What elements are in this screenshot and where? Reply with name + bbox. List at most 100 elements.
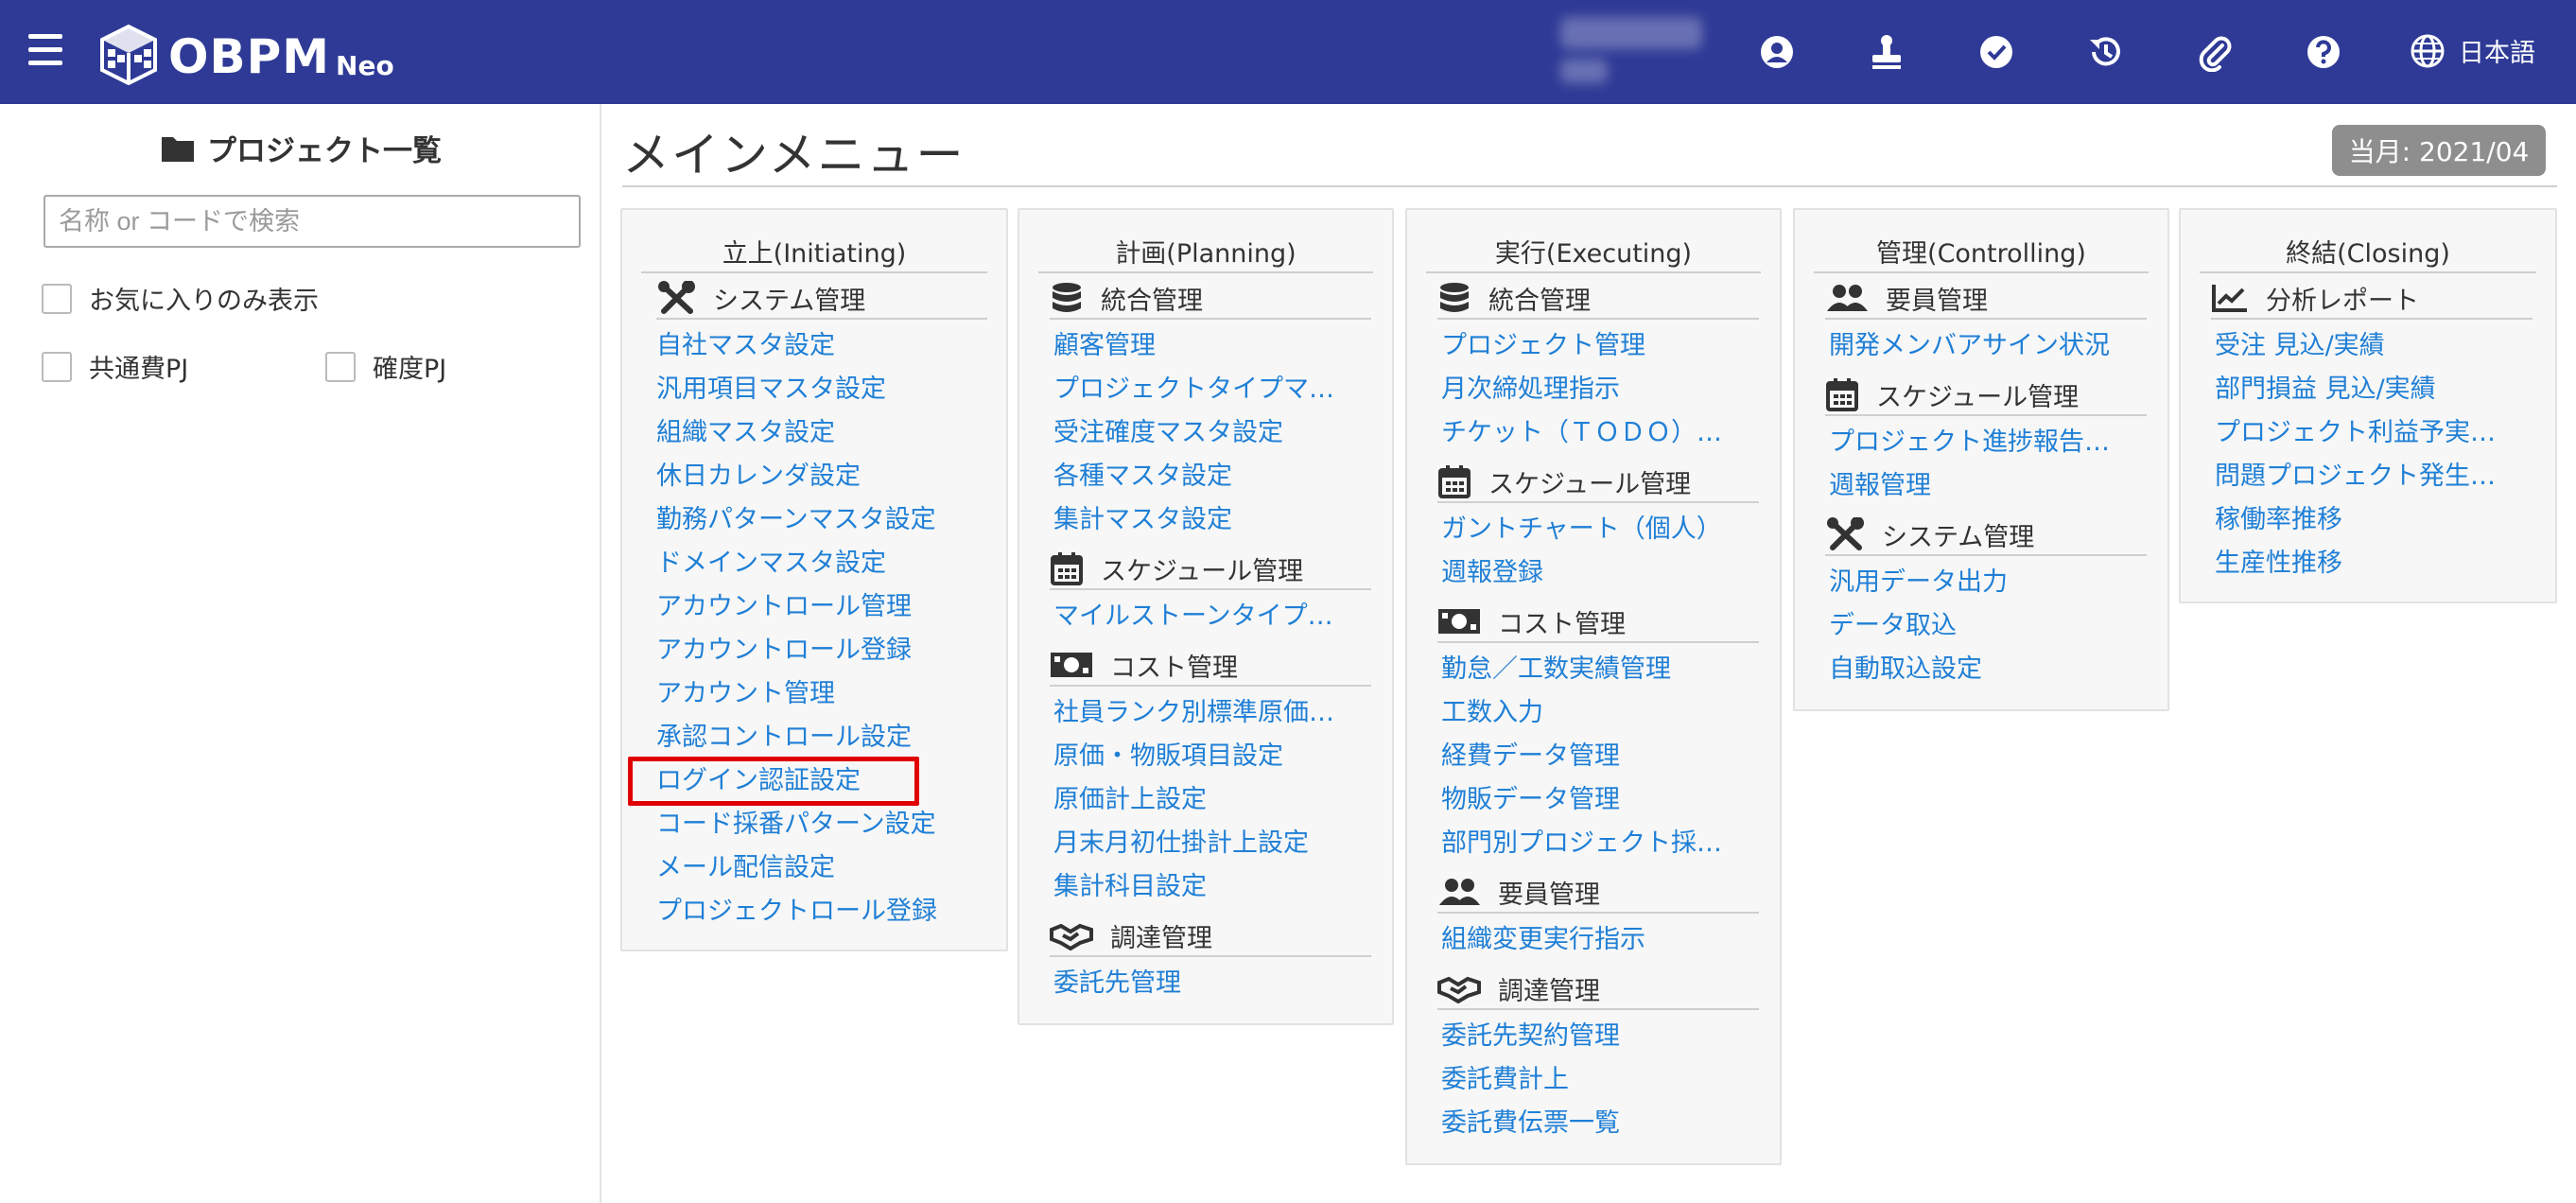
panel-closing-title: 終結(Closing) <box>2200 233 2536 273</box>
page-title: メインメニュー <box>622 128 966 183</box>
link-holiday-calendar[interactable]: 休日カレンダ設定 <box>656 460 861 494</box>
panel-controlling: 管理(Controlling) 要員管理 開発メンバアサイン状況 スケジュール管… <box>1793 208 2169 711</box>
link-weekly-report-management[interactable]: 週報管理 <box>1829 469 2150 503</box>
section-cost-management: コスト管理 <box>1437 602 1759 643</box>
link-contractor-management[interactable]: 委託先管理 <box>1053 967 1375 1001</box>
link-orders-forecast-actual[interactable]: 受注 見込/実績 <box>2215 329 2536 363</box>
link-sales-data-management[interactable]: 物販データ管理 <box>1441 783 1763 817</box>
certainty-pj-checkbox[interactable] <box>325 351 356 382</box>
common-cost-pj-option[interactable]: 共通費PJ <box>42 348 188 385</box>
globe-icon <box>2411 34 2445 67</box>
sidebar-title-text: プロジェクト一覧 <box>207 134 442 168</box>
link-utilization-trend[interactable]: 稼働率推移 <box>2215 503 2536 537</box>
user-circle-icon[interactable] <box>1757 32 1797 72</box>
link-attendance-effort-management[interactable]: 勤怠／工数実績管理 <box>1441 653 1763 687</box>
link-account-management[interactable]: アカウント管理 <box>656 677 835 711</box>
link-approval-control[interactable]: 承認コントロール設定 <box>656 721 912 755</box>
link-project-management[interactable]: プロジェクト管理 <box>1441 329 1763 363</box>
section-label: システム管理 <box>713 286 866 316</box>
panel-initiating: 立上(Initiating) システム管理 自社マスタ設定 汎用項目マスタ設定 … <box>620 208 1008 951</box>
calendar-icon <box>1051 552 1083 585</box>
help-icon[interactable] <box>2304 32 2343 72</box>
link-effort-entry[interactable]: 工数入力 <box>1441 696 1763 730</box>
link-cost-recording-settings[interactable]: 原価計上設定 <box>1053 783 1375 817</box>
section-label: 調達管理 <box>1498 976 1600 1006</box>
link-account-role-registration[interactable]: アカウントロール登録 <box>656 634 912 668</box>
database-icon <box>1440 283 1469 312</box>
link-domain-master[interactable]: ドメインマスタ設定 <box>656 547 886 581</box>
link-data-import[interactable]: データ取込 <box>1829 609 2150 643</box>
highlight-box <box>628 757 919 806</box>
link-cost-item-settings[interactable]: 原価・物販項目設定 <box>1053 740 1375 774</box>
section-staff-management: 要員管理 <box>1437 872 1759 914</box>
line-chart-icon <box>2212 285 2247 312</box>
link-member-assignment-status[interactable]: 開発メンバアサイン状況 <box>1829 329 2150 363</box>
certainty-pj-option[interactable]: 確度PJ <box>325 348 446 385</box>
section-label: 統合管理 <box>1488 286 1591 316</box>
favorites-only-option[interactable]: お気に入りのみ表示 <box>42 280 319 317</box>
link-ticket-todo[interactable]: チケット（ＴＯＤＯ）… <box>1441 416 1763 450</box>
link-project-progress-report[interactable]: プロジェクト進捗報告… <box>1829 426 2150 460</box>
common-cost-pj-checkbox[interactable] <box>42 351 72 382</box>
link-aggregation-master[interactable]: 集計マスタ設定 <box>1053 503 1375 537</box>
panel-planning: 計画(Planning) 統合管理 顧客管理 プロジェクトタイプマ… 受注確度マ… <box>1018 208 1394 1025</box>
link-order-certainty-master[interactable]: 受注確度マスタ設定 <box>1053 416 1375 450</box>
section-system-management: システム管理 <box>1825 514 2147 556</box>
panel-closing: 終結(Closing) 分析レポート 受注 見込/実績 部門損益 見込/実績 プ… <box>2179 208 2557 603</box>
language-label: 日本語 <box>2459 39 2535 68</box>
link-outsourcing-voucher-list[interactable]: 委託費伝票一覧 <box>1441 1107 1763 1141</box>
link-contractor-contract-management[interactable]: 委託先契約管理 <box>1441 1020 1763 1054</box>
section-integration-management: 統合管理 <box>1050 278 1371 320</box>
tools-icon <box>658 281 695 314</box>
paperclip-icon[interactable] <box>2196 32 2236 72</box>
language-selector[interactable]: 日本語 <box>2410 32 2535 69</box>
link-problem-project-occurrence[interactable]: 問題プロジェクト発生… <box>2215 460 2536 494</box>
link-standard-cost-by-rank[interactable]: 社員ランク別標準原価… <box>1053 696 1375 730</box>
link-mail-delivery[interactable]: メール配信設定 <box>656 851 835 885</box>
link-project-profit-forecast[interactable]: プロジェクト利益予実… <box>2215 416 2536 450</box>
link-work-pattern-master[interactable]: 勤務パターンマスタ設定 <box>656 503 936 537</box>
section-staff-management: 要員管理 <box>1825 278 2147 320</box>
section-label: 分析レポート <box>2266 286 2419 316</box>
favorites-only-checkbox[interactable] <box>42 283 72 314</box>
section-schedule-management: スケジュール管理 <box>1050 549 1371 590</box>
link-various-masters[interactable]: 各種マスタ設定 <box>1053 460 1375 494</box>
check-circle-icon[interactable] <box>1976 32 2016 72</box>
hamburger-menu-icon[interactable] <box>28 34 62 66</box>
link-organization-master[interactable]: 組織マスタ設定 <box>656 416 835 450</box>
link-aggregation-account-settings[interactable]: 集計科目設定 <box>1053 870 1375 904</box>
handshake-icon <box>1050 923 1093 950</box>
app-logo[interactable]: OBPM Neo <box>98 19 394 85</box>
calendar-icon <box>1826 378 1858 411</box>
link-weekly-report-entry[interactable]: 週報登録 <box>1441 556 1763 590</box>
link-milestone-type[interactable]: マイルストーンタイプ… <box>1053 600 1375 634</box>
link-wip-recording-settings[interactable]: 月末月初仕掛計上設定 <box>1053 827 1375 861</box>
common-cost-pj-label: 共通費PJ <box>89 355 189 384</box>
link-company-master[interactable]: 自社マスタ設定 <box>656 329 835 363</box>
link-customer-management[interactable]: 顧客管理 <box>1053 329 1375 363</box>
project-search-input[interactable] <box>44 195 581 248</box>
top-header: OBPM Neo 日本語 <box>0 0 2576 104</box>
link-department-pl-forecast-actual[interactable]: 部門損益 見込/実績 <box>2215 373 2536 407</box>
link-account-role-management[interactable]: アカウントロール管理 <box>656 590 912 624</box>
link-monthly-closing[interactable]: 月次締処理指示 <box>1441 373 1763 407</box>
panel-controlling-title: 管理(Controlling) <box>1814 233 2149 273</box>
link-generic-item-master[interactable]: 汎用項目マスタ設定 <box>656 373 886 407</box>
link-generic-data-export[interactable]: 汎用データ出力 <box>1829 566 2150 600</box>
stamp-icon[interactable] <box>1867 32 1906 72</box>
logo-text: OBPM <box>168 29 331 84</box>
link-project-role-registration[interactable]: プロジェクトロール登録 <box>656 895 937 929</box>
history-icon[interactable] <box>2086 32 2126 72</box>
link-productivity-trend[interactable]: 生産性推移 <box>2215 547 2536 581</box>
link-outsourcing-cost-recording[interactable]: 委託費計上 <box>1441 1063 1763 1097</box>
link-project-type-master[interactable]: プロジェクトタイプマ… <box>1053 373 1375 407</box>
link-auto-import-settings[interactable]: 自動取込設定 <box>1829 653 2150 687</box>
link-gantt-chart-personal[interactable]: ガントチャート（個人） <box>1441 513 1763 547</box>
link-department-project[interactable]: 部門別プロジェクト採… <box>1441 827 1763 861</box>
section-label: 要員管理 <box>1886 286 1988 316</box>
link-code-numbering-pattern[interactable]: コード採番パターン設定 <box>656 808 936 842</box>
link-org-change-execution[interactable]: 組織変更実行指示 <box>1441 923 1763 957</box>
section-label: スケジュール管理 <box>1101 556 1304 586</box>
panel-initiating-title: 立上(Initiating) <box>641 233 987 273</box>
link-expense-data-management[interactable]: 経費データ管理 <box>1441 740 1763 774</box>
